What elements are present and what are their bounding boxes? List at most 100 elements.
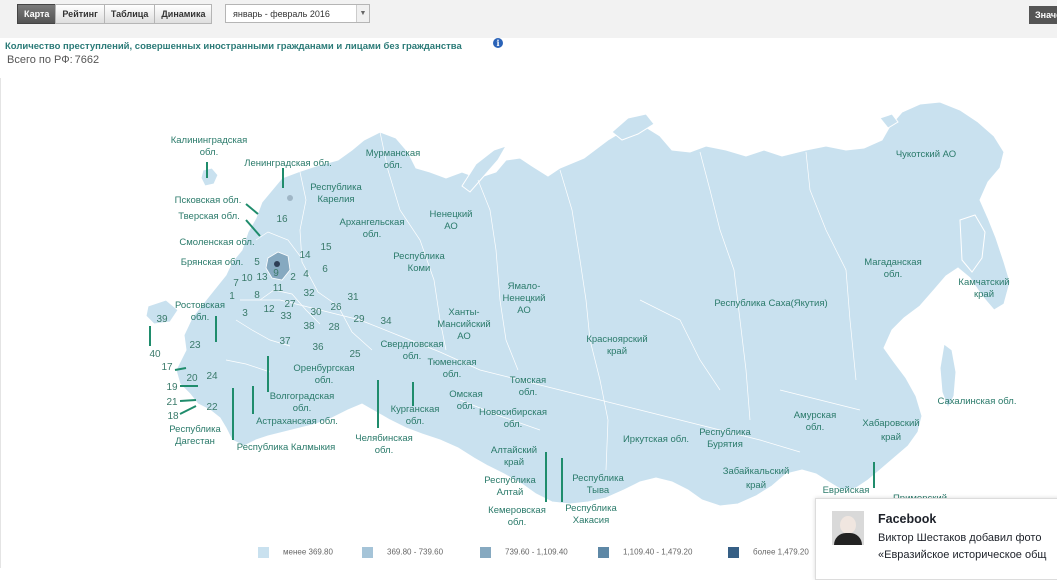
label-khabarovsk-1: Хабаровский — [862, 418, 919, 429]
label-komi-1: Республика — [393, 251, 445, 262]
avatar-head-shape — [840, 516, 856, 534]
label-omsk-2: обл. — [457, 401, 475, 412]
label-nenets-2: АО — [444, 221, 458, 232]
label-zabaikalsky-1: Забайкальский — [723, 466, 790, 477]
avatar-body-shape — [834, 533, 862, 545]
legend-item: 739.60 - 1,109.40 — [480, 547, 568, 558]
region-number: 36 — [312, 342, 324, 353]
region-number: 14 — [299, 250, 311, 261]
region-number: 30 — [310, 307, 322, 318]
region-fill-kaliningrad[interactable] — [200, 167, 219, 187]
region-number: 8 — [254, 290, 260, 301]
label-leningrad: Ленинградская обл. — [244, 158, 332, 169]
label-yakutia: Республика Саха(Якутия) — [714, 298, 827, 309]
legend-label: 739.60 - 1,109.40 — [505, 547, 568, 557]
label-kaliningrad-2: обл. — [200, 147, 218, 158]
label-bryansk: Брянская обл. — [181, 257, 243, 268]
russia-map: Калининградская обл. Ленинградская обл. … — [145, 101, 1017, 528]
legend-label: 369.80 - 739.60 — [387, 547, 444, 557]
label-buryatia-1: Республика — [699, 427, 751, 438]
region-number: 38 — [303, 321, 315, 332]
region-number: 9 — [273, 268, 279, 279]
region-number: 31 — [347, 292, 359, 303]
legend-item: 369.80 - 739.60 — [362, 547, 443, 558]
legend-swatch — [480, 547, 491, 558]
label-karelia-1: Республика — [310, 182, 362, 193]
region-number: 25 — [349, 349, 361, 360]
legend-swatch — [258, 547, 269, 558]
region-number: 6 — [322, 264, 328, 275]
label-krasnoyarsk-2: край — [607, 346, 627, 357]
label-kemerovo-1: Кемеровская — [488, 505, 546, 516]
legend-swatch — [598, 547, 609, 558]
label-astrakhan: Астраханская обл. — [256, 416, 338, 427]
moscow-marker[interactable] — [274, 261, 280, 267]
region-number: 21 — [166, 397, 178, 408]
label-rostov-1: Ростовская — [175, 300, 225, 311]
region-number: 5 — [254, 257, 260, 268]
region-number: 26 — [330, 302, 342, 313]
region-number: 12 — [263, 304, 275, 315]
label-tyva-1: Республика — [572, 473, 624, 484]
label-jewish: Еврейская — [823, 485, 870, 496]
label-novosibirsk-2: обл. — [504, 419, 522, 430]
notification-text: Виктор Шестаков добавил фото «Евразийско… — [878, 530, 1046, 564]
region-number: 18 — [167, 411, 179, 422]
notification-line: Виктор Шестаков добавил фото — [878, 532, 1042, 544]
label-karelia-2: Карелия — [317, 194, 354, 205]
label-volgograd-2: обл. — [293, 403, 311, 414]
label-krasnoyarsk-1: Красноярский — [586, 334, 647, 345]
region-number: 15 — [320, 242, 332, 253]
label-tomsk-1: Томская — [510, 375, 546, 386]
label-khakassia-2: Хакасия — [573, 515, 609, 526]
label-novosibirsk-1: Новосибирская — [479, 407, 547, 418]
region-number: 32 — [303, 288, 315, 299]
label-sverdlovsk-2: обл. — [403, 351, 421, 362]
legend-item: менее 369.80 — [258, 547, 333, 558]
label-irkutsk: Иркутская обл. — [623, 434, 689, 445]
region-number: 2 — [290, 272, 296, 283]
label-khmao-2: Мансийский — [437, 319, 490, 330]
label-yamal-1: Ямало- — [508, 281, 541, 292]
region-number: 37 — [279, 336, 291, 347]
saint-petersburg-marker[interactable] — [287, 195, 293, 201]
region-number: 3 — [242, 308, 248, 319]
label-tomsk-2: обл. — [519, 387, 537, 398]
region-number: 20 — [186, 373, 198, 384]
label-tyumen-1: Тюменская — [427, 357, 476, 368]
label-kaliningrad-1: Калининградская — [171, 135, 248, 146]
label-murmansk-2: обл. — [384, 160, 402, 171]
label-zabaikalsky-2: край — [746, 480, 766, 491]
label-altai-rep-1: Республика — [484, 475, 536, 486]
label-nenets-1: Ненецкий — [430, 209, 473, 220]
label-smolensk: Смоленская обл. — [179, 237, 254, 248]
legend-label: более 1,479.20 — [753, 547, 809, 557]
legend-item: более 1,479.20 — [728, 547, 809, 558]
region-number: 40 — [149, 349, 161, 360]
label-tver: Тверская обл. — [178, 211, 240, 222]
legend-item: 1,109.40 - 1,479.20 — [598, 547, 692, 558]
avatar[interactable] — [832, 511, 864, 545]
region-number: 34 — [380, 316, 392, 327]
legend-swatch — [362, 547, 373, 558]
region-number: 7 — [233, 278, 239, 289]
label-amur-2: обл. — [806, 422, 824, 433]
label-kalmykia: Республика Калмыкия — [237, 442, 335, 453]
legend-label: 1,109.40 - 1,479.20 — [623, 547, 693, 557]
label-dagestan-2: Дагестан — [175, 436, 215, 447]
label-khmao-1: Ханты- — [448, 307, 479, 318]
label-tyva-2: Тыва — [587, 485, 610, 496]
label-magadan-2: обл. — [884, 269, 902, 280]
label-volgograd-1: Волгоградская — [270, 391, 335, 402]
label-orenburg-2: обл. — [315, 375, 333, 386]
region-number: 22 — [206, 402, 218, 413]
label-yamal-3: АО — [517, 305, 531, 316]
label-sakhalin: Сахалинская обл. — [938, 396, 1017, 407]
label-orenburg-1: Оренбургская — [293, 363, 354, 374]
label-chelyabinsk-2: обл. — [375, 445, 393, 456]
label-buryatia-2: Бурятия — [707, 439, 743, 450]
label-pskov: Псковская обл. — [175, 195, 242, 206]
label-kamchatka-2: край — [974, 289, 994, 300]
notification-line: «Евразийское историческое общ — [878, 549, 1047, 561]
label-tyumen-2: обл. — [443, 369, 461, 380]
